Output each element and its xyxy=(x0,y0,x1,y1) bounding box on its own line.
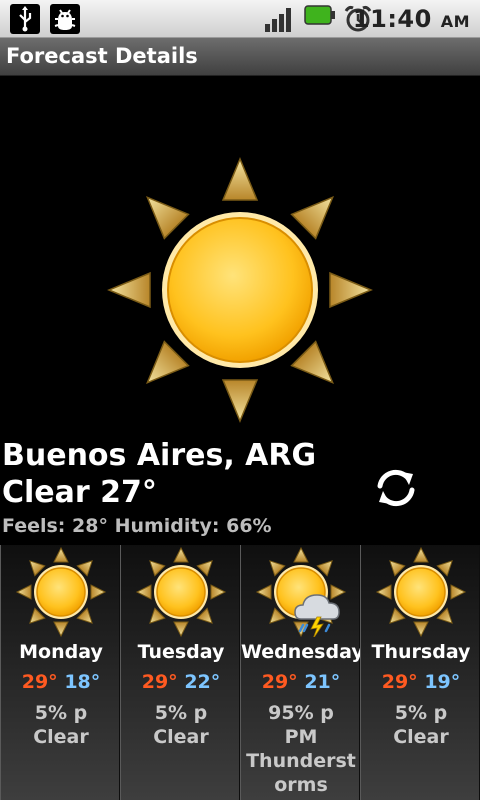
day-description: 5% p Clear xyxy=(153,702,209,748)
current-details: Feels: 28° Humidity: 66% xyxy=(2,515,272,537)
forecast-day[interactable]: Tuesday 29° 22° 5% p Clear xyxy=(120,545,240,800)
sunny-icon xyxy=(100,150,380,430)
current-condition: Clear 27° xyxy=(2,475,157,510)
forecast-row: Monday 29° 18° 5% p Clear Tuesday 29° 22… xyxy=(0,545,480,800)
refresh-icon xyxy=(377,469,415,507)
day-description: 5% p Clear xyxy=(393,702,449,748)
high-temp: 29° xyxy=(141,671,178,693)
clock-time: 11:40 xyxy=(352,5,432,33)
day-temps: 29° 21° xyxy=(241,671,361,693)
day-temps: 29° 22° xyxy=(121,671,241,693)
battery-icon xyxy=(304,4,335,34)
title-bar: Forecast Details xyxy=(0,38,480,76)
high-temp: 29° xyxy=(261,671,298,693)
low-temp: 21° xyxy=(304,671,341,693)
sunny-icon xyxy=(13,547,109,637)
city-name: Buenos Aires, ARG xyxy=(2,438,317,473)
forecast-day[interactable]: Wednesday 29° 21° 95% p PM Thunderstorms xyxy=(240,545,364,800)
sunny-icon xyxy=(133,547,229,637)
low-temp: 18° xyxy=(64,671,101,693)
debug-icon xyxy=(50,4,80,34)
low-temp: 19° xyxy=(424,671,461,693)
sun-thunderstorm-icon xyxy=(253,547,349,640)
refresh-button[interactable] xyxy=(372,464,420,512)
low-temp: 22° xyxy=(184,671,221,693)
high-temp: 29° xyxy=(381,671,418,693)
sunny-icon xyxy=(373,547,469,637)
day-name: Monday xyxy=(19,641,103,663)
forecast-day[interactable]: Monday 29° 18° 5% p Clear xyxy=(0,545,120,800)
day-description: 5% p Clear xyxy=(33,702,89,748)
page-title: Forecast Details xyxy=(6,44,198,68)
high-temp: 29° xyxy=(21,671,58,693)
usb-icon xyxy=(10,4,40,34)
status-bar: 11:40 AM xyxy=(0,0,480,38)
day-description: 95% p PM Thunderstorms xyxy=(246,702,356,796)
signal-icon xyxy=(264,4,294,34)
day-name: Thursday xyxy=(371,641,471,663)
day-name: Wednesday xyxy=(241,641,364,663)
day-temps: 29° 19° xyxy=(361,671,480,693)
day-name: Tuesday xyxy=(137,641,225,663)
day-temps: 29° 18° xyxy=(1,671,121,693)
forecast-day[interactable]: Thursday 29° 19° 5% p Clear xyxy=(360,545,480,800)
clock: 11:40 AM xyxy=(353,5,470,33)
clock-ampm: AM xyxy=(440,12,470,31)
